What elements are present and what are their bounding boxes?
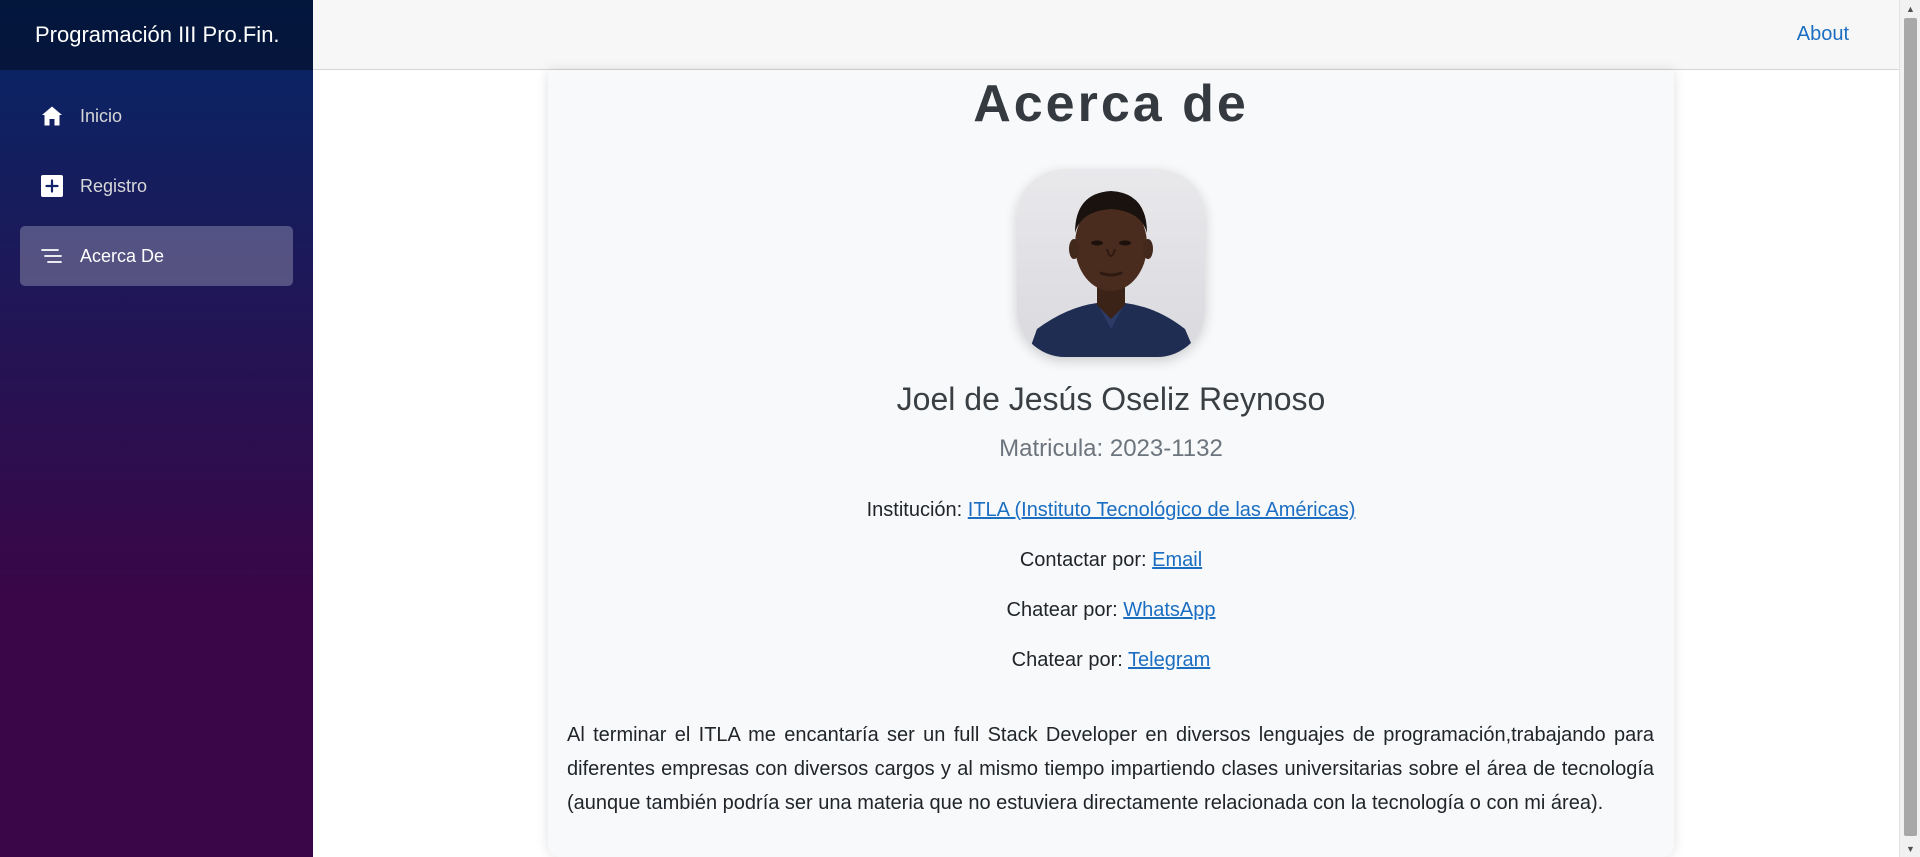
plus-square-icon xyxy=(40,174,64,198)
top-row: About xyxy=(313,0,1900,70)
institution-line: Institución: ITLA (Instituto Tecnológico… xyxy=(548,499,1674,522)
sidebar-item-label: Acerca De xyxy=(80,245,165,266)
sidebar-item-acerca-de[interactable]: Acerca De xyxy=(20,226,293,286)
sidebar-header: Programación III Pro.Fin. xyxy=(0,0,313,70)
contact-line: Contactar por: Email xyxy=(548,549,1674,572)
institution-label: Institución: xyxy=(866,499,963,521)
email-link[interactable]: Email xyxy=(1152,549,1202,571)
sidebar-item-inicio[interactable]: Inicio xyxy=(20,86,293,146)
whatsapp-line: Chatear por: WhatsApp xyxy=(548,599,1674,622)
about-card: Acerca de Joel de Jesús Oseliz Reynoso M… xyxy=(548,70,1674,857)
vertical-scrollbar[interactable]: ▲ ▼ xyxy=(1899,0,1920,857)
sidebar-item-registro[interactable]: Registro xyxy=(20,156,293,216)
sidebar-item-label: Inicio xyxy=(80,105,123,126)
home-icon xyxy=(40,104,64,128)
scroll-down-arrow-icon[interactable]: ▼ xyxy=(1900,840,1920,857)
sidebar-nav: Inicio Registro Acerca De xyxy=(0,70,313,286)
whatsapp-label: Chatear por: xyxy=(1006,599,1118,621)
brand-title[interactable]: Programación III Pro.Fin. xyxy=(35,22,280,48)
sidebar-item-label: Registro xyxy=(80,175,148,196)
avatar xyxy=(1017,169,1205,357)
list-icon xyxy=(40,244,64,268)
page-title: Acerca de xyxy=(973,75,1249,133)
institution-link[interactable]: ITLA (Instituto Tecnológico de las Améri… xyxy=(968,499,1356,521)
description-text: Al terminar el ITLA me encantaría ser un… xyxy=(567,724,1654,814)
contact-label: Contactar por: xyxy=(1019,549,1147,571)
matricula: Matricula: 2023-1132 xyxy=(999,435,1223,462)
telegram-label: Chatear por: xyxy=(1011,649,1123,671)
whatsapp-link[interactable]: WhatsApp xyxy=(1123,599,1215,621)
about-link[interactable]: About xyxy=(1797,23,1849,46)
sidebar: Programación III Pro.Fin. Inicio Registr… xyxy=(0,0,313,857)
person-name: Joel de Jesús Oseliz Reynoso xyxy=(896,381,1326,417)
scroll-up-arrow-icon[interactable]: ▲ xyxy=(1900,0,1920,17)
telegram-link[interactable]: Telegram xyxy=(1128,649,1210,671)
telegram-line: Chatear por: Telegram xyxy=(548,649,1674,672)
scroll-thumb[interactable] xyxy=(1904,18,1917,836)
